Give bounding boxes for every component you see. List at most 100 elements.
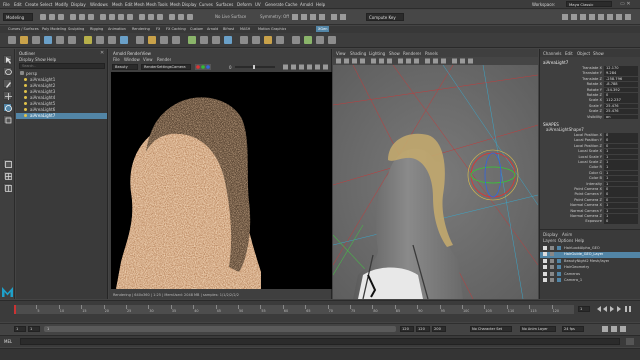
visibility-toggle-icon[interactable] xyxy=(543,278,547,282)
channel-value-field[interactable]: 1 xyxy=(604,149,638,154)
viewport-menu-item[interactable]: Lighting xyxy=(369,51,385,56)
outliner-menu-show[interactable]: Show xyxy=(35,57,46,62)
channel-row[interactable]: Rotate Z0 xyxy=(540,93,640,98)
channel-value-field[interactable]: 0 xyxy=(604,133,638,138)
shelf-tab[interactable]: Motion Graphics xyxy=(258,27,286,31)
layer-color-swatch[interactable] xyxy=(557,258,561,263)
visibility-toggle-icon[interactable] xyxy=(543,265,547,269)
viewport-menu-item[interactable]: Show xyxy=(389,51,400,56)
time-slider[interactable]: 5 10 15 20 25 30 35 40 45 50 55 60 65 70 75 80 85 90 95 100… xyxy=(0,300,640,322)
render-image[interactable] xyxy=(111,72,332,289)
visibility-toggle-icon[interactable] xyxy=(543,271,547,276)
viewport-menu-item[interactable]: Renderer xyxy=(403,51,421,56)
timeline-track[interactable]: 5 10 15 20 25 30 35 40 45 50 55 60 65 70 75 80 85 90 95 100… xyxy=(14,305,574,314)
channel-row[interactable]: Rotate X -8.788 xyxy=(540,82,640,87)
channel-box-tab[interactable]: Show xyxy=(593,51,604,56)
channel-row[interactable]: Intensity 1 xyxy=(540,181,640,187)
menu-item[interactable]: Cache xyxy=(285,2,297,7)
four-view-layout-icon[interactable] xyxy=(3,171,12,180)
channel-row[interactable]: Point Camera Z0 xyxy=(540,197,640,203)
channel-box-tab[interactable]: Edit xyxy=(565,51,573,56)
channel-row[interactable]: Color B1 xyxy=(540,176,640,181)
channel-value-field[interactable]: 1 xyxy=(604,181,638,187)
channel-value-field[interactable]: 0 xyxy=(604,143,638,149)
playback-toggle-icon[interactable] xyxy=(550,265,554,269)
channel-value-field[interactable]: 1 xyxy=(604,214,638,219)
symmetry-label[interactable]: Symmetry: Off xyxy=(260,14,289,19)
menu-item[interactable]: File xyxy=(3,2,10,7)
outliner-menu-help[interactable]: Help xyxy=(47,57,56,62)
paint-select-icon[interactable] xyxy=(3,79,12,88)
playback-toggle-icon[interactable] xyxy=(550,252,554,256)
outliner-menu-display[interactable]: Display xyxy=(19,57,34,62)
channel-row[interactable]: Normal Camera Z1 xyxy=(540,214,640,219)
menu-item[interactable]: Windows xyxy=(90,2,108,7)
compute-key-field[interactable]: Compute Key xyxy=(366,13,404,21)
aov-select[interactable]: RenderSettingsCamera xyxy=(141,64,191,70)
channel-row[interactable]: Translate X 12.170 xyxy=(540,66,640,71)
range-slider[interactable]: 1 xyxy=(44,326,396,332)
start-frame-field[interactable]: 1 xyxy=(14,326,26,332)
renderview-menu-view[interactable]: View xyxy=(143,57,153,62)
channel-value-field[interactable]: 1 xyxy=(604,170,638,176)
menu-item[interactable]: Mesh Display xyxy=(170,2,197,7)
channel-value-field[interactable]: 25.476 xyxy=(604,103,638,109)
channel-row[interactable]: Scale Y 25.476 xyxy=(540,103,640,109)
menu-item[interactable]: Display xyxy=(71,2,86,7)
end-frame-field[interactable]: 120 xyxy=(416,326,430,332)
live-surface-label[interactable]: No Live Surface xyxy=(215,14,246,19)
select-tool-icon[interactable] xyxy=(3,55,12,64)
anim-layer-select[interactable]: No Anim Layer xyxy=(520,326,556,332)
shelf-tab[interactable]: Animation xyxy=(108,27,126,31)
layer-menu[interactable]: Options xyxy=(558,238,573,243)
channel-value-field[interactable]: 112.237 xyxy=(604,98,638,103)
menu-item[interactable]: Arnold xyxy=(300,2,313,7)
visibility-toggle-icon[interactable] xyxy=(543,245,547,250)
channel-value-field[interactable]: 1 xyxy=(604,160,638,165)
layer-color-swatch[interactable] xyxy=(557,252,561,256)
rotate-tool-icon[interactable] xyxy=(3,103,12,112)
channel-value-field[interactable]: 25.476 xyxy=(604,109,638,114)
menu-item[interactable]: Generate xyxy=(265,2,284,7)
layer-row[interactable]: Camera_1 xyxy=(540,278,640,284)
current-frame-field[interactable]: 1 xyxy=(578,306,590,312)
layer-row-selected[interactable]: HairGuide_GEO_Layer xyxy=(540,251,640,258)
single-view-layout-icon[interactable] xyxy=(3,159,12,168)
layer-row[interactable]: BeautyNight2 Mesh/layer xyxy=(540,258,640,264)
menu-item[interactable]: Help xyxy=(316,2,325,7)
playback-toggle-icon[interactable] xyxy=(550,271,554,276)
max-frame-field[interactable]: 200 xyxy=(432,326,446,332)
viewport-menu-item[interactable]: View xyxy=(336,51,346,56)
scale-tool-icon[interactable] xyxy=(3,115,12,124)
menu-item[interactable]: Curves xyxy=(199,2,213,7)
menu-item[interactable]: Edit xyxy=(14,2,22,7)
layer-row[interactable]: Cameras xyxy=(540,271,640,277)
exposure-slider[interactable] xyxy=(235,65,275,69)
playback-toggle-icon[interactable] xyxy=(550,245,554,250)
shelf-tab[interactable]: MASH xyxy=(240,27,250,31)
channel-row[interactable]: Point Camera Y0 xyxy=(540,192,640,197)
menu-item[interactable]: Mesh Tools xyxy=(146,2,168,7)
renderview-menu-render[interactable]: Render xyxy=(157,57,171,62)
viewport-menu-item[interactable]: Shading xyxy=(350,51,366,56)
script-editor-icon[interactable] xyxy=(626,338,634,345)
channel-value-field[interactable]: 0 xyxy=(604,138,638,143)
renderview-menu-window[interactable]: Window xyxy=(124,57,140,62)
channel-value-field[interactable]: on xyxy=(604,114,638,120)
channel-value-field[interactable]: -258.796 xyxy=(604,76,638,82)
channel-row[interactable]: Point Camera X0 xyxy=(540,187,640,192)
channel-value-field[interactable]: 9.284 xyxy=(604,71,638,76)
command-input[interactable] xyxy=(20,338,620,345)
layer-tab[interactable]: Display xyxy=(543,232,558,237)
shelf-tab[interactable]: FX xyxy=(156,27,160,31)
shelf-tab[interactable]: Sculpting xyxy=(68,27,84,31)
shelf-tab[interactable]: Rigging xyxy=(90,27,103,31)
layer-tab[interactable]: Anim xyxy=(562,232,572,237)
menu-item[interactable]: UV xyxy=(255,2,261,7)
menu-item[interactable]: Surfaces xyxy=(216,2,233,7)
shelf-tab[interactable]: FX Caching xyxy=(166,27,186,31)
channel-value-field[interactable]: 0 xyxy=(604,187,638,192)
channel-value-field[interactable]: 0 xyxy=(604,197,638,203)
channel-box-tab[interactable]: Channels xyxy=(543,51,562,56)
layer-color-swatch[interactable] xyxy=(557,278,561,282)
